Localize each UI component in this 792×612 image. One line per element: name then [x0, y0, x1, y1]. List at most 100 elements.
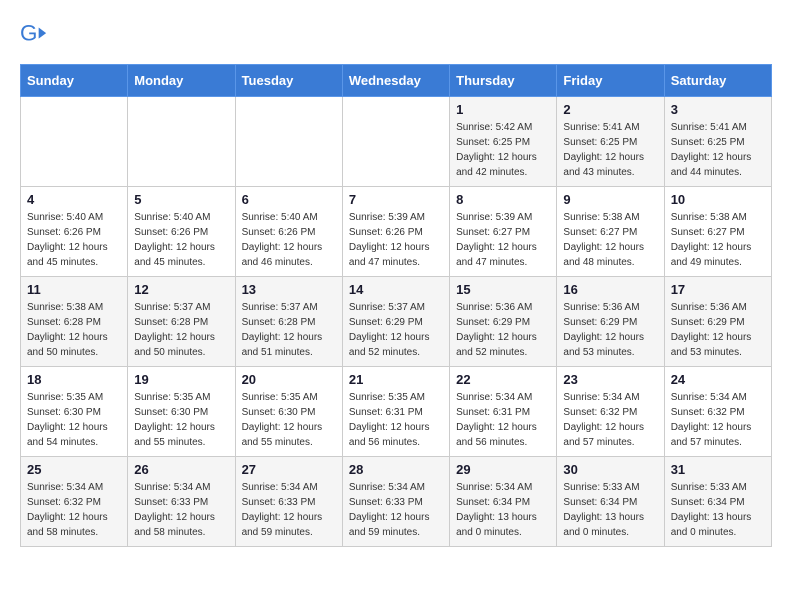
day-number: 26 — [134, 462, 228, 477]
calendar-cell: 24 Sunrise: 5:34 AM Sunset: 6:32 PM Dayli… — [664, 367, 771, 457]
calendar-cell: 1 Sunrise: 5:42 AM Sunset: 6:25 PM Daylig… — [450, 97, 557, 187]
day-number: 20 — [242, 372, 336, 387]
day-info: Sunrise: 5:36 AM Sunset: 6:29 PM Dayligh… — [563, 300, 657, 360]
day-number: 27 — [242, 462, 336, 477]
calendar-cell — [342, 97, 449, 187]
day-info: Sunrise: 5:33 AM Sunset: 6:34 PM Dayligh… — [671, 480, 765, 540]
day-number: 4 — [27, 192, 121, 207]
day-info: Sunrise: 5:34 AM Sunset: 6:32 PM Dayligh… — [27, 480, 121, 540]
day-info: Sunrise: 5:41 AM Sunset: 6:25 PM Dayligh… — [671, 120, 765, 180]
header-monday: Monday — [128, 65, 235, 97]
calendar-cell: 25 Sunrise: 5:34 AM Sunset: 6:32 PM Dayli… — [21, 457, 128, 547]
day-info: Sunrise: 5:34 AM Sunset: 6:32 PM Dayligh… — [671, 390, 765, 450]
day-info: Sunrise: 5:42 AM Sunset: 6:25 PM Dayligh… — [456, 120, 550, 180]
calendar-cell: 18 Sunrise: 5:35 AM Sunset: 6:30 PM Dayli… — [21, 367, 128, 457]
calendar-cell: 4 Sunrise: 5:40 AM Sunset: 6:26 PM Daylig… — [21, 187, 128, 277]
day-info: Sunrise: 5:37 AM Sunset: 6:28 PM Dayligh… — [242, 300, 336, 360]
calendar-cell: 16 Sunrise: 5:36 AM Sunset: 6:29 PM Dayli… — [557, 277, 664, 367]
day-info: Sunrise: 5:33 AM Sunset: 6:34 PM Dayligh… — [563, 480, 657, 540]
day-info: Sunrise: 5:34 AM Sunset: 6:34 PM Dayligh… — [456, 480, 550, 540]
day-info: Sunrise: 5:40 AM Sunset: 6:26 PM Dayligh… — [27, 210, 121, 270]
day-info: Sunrise: 5:40 AM Sunset: 6:26 PM Dayligh… — [242, 210, 336, 270]
calendar-cell: 10 Sunrise: 5:38 AM Sunset: 6:27 PM Dayli… — [664, 187, 771, 277]
day-info: Sunrise: 5:34 AM Sunset: 6:33 PM Dayligh… — [134, 480, 228, 540]
calendar-table: SundayMondayTuesdayWednesdayThursdayFrid… — [20, 64, 772, 547]
day-info: Sunrise: 5:36 AM Sunset: 6:29 PM Dayligh… — [671, 300, 765, 360]
day-number: 28 — [349, 462, 443, 477]
calendar-cell: 15Sunrise: 5:36 AM Sunset: 6:29 PM Dayli… — [450, 277, 557, 367]
day-number: 10 — [671, 192, 765, 207]
day-number: 9 — [563, 192, 657, 207]
day-number: 8 — [456, 192, 550, 207]
day-number: 25 — [27, 462, 121, 477]
day-info: Sunrise: 5:34 AM Sunset: 6:33 PM Dayligh… — [242, 480, 336, 540]
calendar-week-row: 4 Sunrise: 5:40 AM Sunset: 6:26 PM Daylig… — [21, 187, 772, 277]
logo-icon: G — [20, 20, 48, 48]
calendar-cell: 11 Sunrise: 5:38 AM Sunset: 6:28 PM Dayli… — [21, 277, 128, 367]
header-sunday: Sunday — [21, 65, 128, 97]
day-number: 1 — [456, 102, 550, 117]
day-info: Sunrise: 5:36 AM Sunset: 6:29 PM Dayligh… — [456, 300, 550, 360]
calendar-cell: 2 Sunrise: 5:41 AM Sunset: 6:25 PM Daylig… — [557, 97, 664, 187]
calendar-cell: 14 Sunrise: 5:37 AM Sunset: 6:29 PM Dayli… — [342, 277, 449, 367]
day-info: Sunrise: 5:40 AM Sunset: 6:26 PM Dayligh… — [134, 210, 228, 270]
day-info: Sunrise: 5:35 AM Sunset: 6:30 PM Dayligh… — [134, 390, 228, 450]
calendar-cell: 17 Sunrise: 5:36 AM Sunset: 6:29 PM Dayli… — [664, 277, 771, 367]
calendar-week-row: 18 Sunrise: 5:35 AM Sunset: 6:30 PM Dayli… — [21, 367, 772, 457]
calendar-cell: 29Sunrise: 5:34 AM Sunset: 6:34 PM Dayli… — [450, 457, 557, 547]
calendar-header-row: SundayMondayTuesdayWednesdayThursdayFrid… — [21, 65, 772, 97]
page-header: G — [20, 20, 772, 48]
calendar-cell: 3 Sunrise: 5:41 AM Sunset: 6:25 PM Daylig… — [664, 97, 771, 187]
day-info: Sunrise: 5:38 AM Sunset: 6:27 PM Dayligh… — [671, 210, 765, 270]
calendar-cell: 31 Sunrise: 5:33 AM Sunset: 6:34 PM Dayli… — [664, 457, 771, 547]
day-number: 19 — [134, 372, 228, 387]
calendar-cell: 6 Sunrise: 5:40 AM Sunset: 6:26 PM Daylig… — [235, 187, 342, 277]
day-info: Sunrise: 5:39 AM Sunset: 6:27 PM Dayligh… — [456, 210, 550, 270]
day-number: 17 — [671, 282, 765, 297]
calendar-cell: 22 Sunrise: 5:34 AM Sunset: 6:31 PM Dayli… — [450, 367, 557, 457]
day-number: 7 — [349, 192, 443, 207]
calendar-cell: 7Sunrise: 5:39 AM Sunset: 6:26 PM Daylig… — [342, 187, 449, 277]
day-number: 3 — [671, 102, 765, 117]
day-number: 6 — [242, 192, 336, 207]
day-info: Sunrise: 5:41 AM Sunset: 6:25 PM Dayligh… — [563, 120, 657, 180]
calendar-cell: 8 Sunrise: 5:39 AM Sunset: 6:27 PM Daylig… — [450, 187, 557, 277]
calendar-week-row: 1 Sunrise: 5:42 AM Sunset: 6:25 PM Daylig… — [21, 97, 772, 187]
day-number: 18 — [27, 372, 121, 387]
calendar-week-row: 11 Sunrise: 5:38 AM Sunset: 6:28 PM Dayli… — [21, 277, 772, 367]
day-number: 31 — [671, 462, 765, 477]
header-tuesday: Tuesday — [235, 65, 342, 97]
day-number: 12 — [134, 282, 228, 297]
calendar-week-row: 25 Sunrise: 5:34 AM Sunset: 6:32 PM Dayli… — [21, 457, 772, 547]
header-thursday: Thursday — [450, 65, 557, 97]
calendar-cell — [235, 97, 342, 187]
calendar-cell — [21, 97, 128, 187]
calendar-cell: 12 Sunrise: 5:37 AM Sunset: 6:28 PM Dayli… — [128, 277, 235, 367]
day-number: 23 — [563, 372, 657, 387]
day-number: 21 — [349, 372, 443, 387]
day-info: Sunrise: 5:37 AM Sunset: 6:29 PM Dayligh… — [349, 300, 443, 360]
calendar-cell: 19 Sunrise: 5:35 AM Sunset: 6:30 PM Dayli… — [128, 367, 235, 457]
day-info: Sunrise: 5:35 AM Sunset: 6:31 PM Dayligh… — [349, 390, 443, 450]
day-info: Sunrise: 5:38 AM Sunset: 6:28 PM Dayligh… — [27, 300, 121, 360]
header-friday: Friday — [557, 65, 664, 97]
day-info: Sunrise: 5:35 AM Sunset: 6:30 PM Dayligh… — [27, 390, 121, 450]
day-info: Sunrise: 5:34 AM Sunset: 6:31 PM Dayligh… — [456, 390, 550, 450]
calendar-cell: 5Sunrise: 5:40 AM Sunset: 6:26 PM Daylig… — [128, 187, 235, 277]
day-number: 24 — [671, 372, 765, 387]
logo: G — [20, 20, 50, 48]
svg-text:G: G — [20, 21, 37, 46]
day-number: 2 — [563, 102, 657, 117]
calendar-cell: 9 Sunrise: 5:38 AM Sunset: 6:27 PM Daylig… — [557, 187, 664, 277]
day-number: 16 — [563, 282, 657, 297]
day-number: 30 — [563, 462, 657, 477]
day-info: Sunrise: 5:38 AM Sunset: 6:27 PM Dayligh… — [563, 210, 657, 270]
calendar-cell: 26 Sunrise: 5:34 AM Sunset: 6:33 PM Dayli… — [128, 457, 235, 547]
day-info: Sunrise: 5:35 AM Sunset: 6:30 PM Dayligh… — [242, 390, 336, 450]
calendar-cell — [128, 97, 235, 187]
day-number: 22 — [456, 372, 550, 387]
calendar-cell: 23Sunrise: 5:34 AM Sunset: 6:32 PM Dayli… — [557, 367, 664, 457]
day-info: Sunrise: 5:37 AM Sunset: 6:28 PM Dayligh… — [134, 300, 228, 360]
day-number: 14 — [349, 282, 443, 297]
day-number: 11 — [27, 282, 121, 297]
